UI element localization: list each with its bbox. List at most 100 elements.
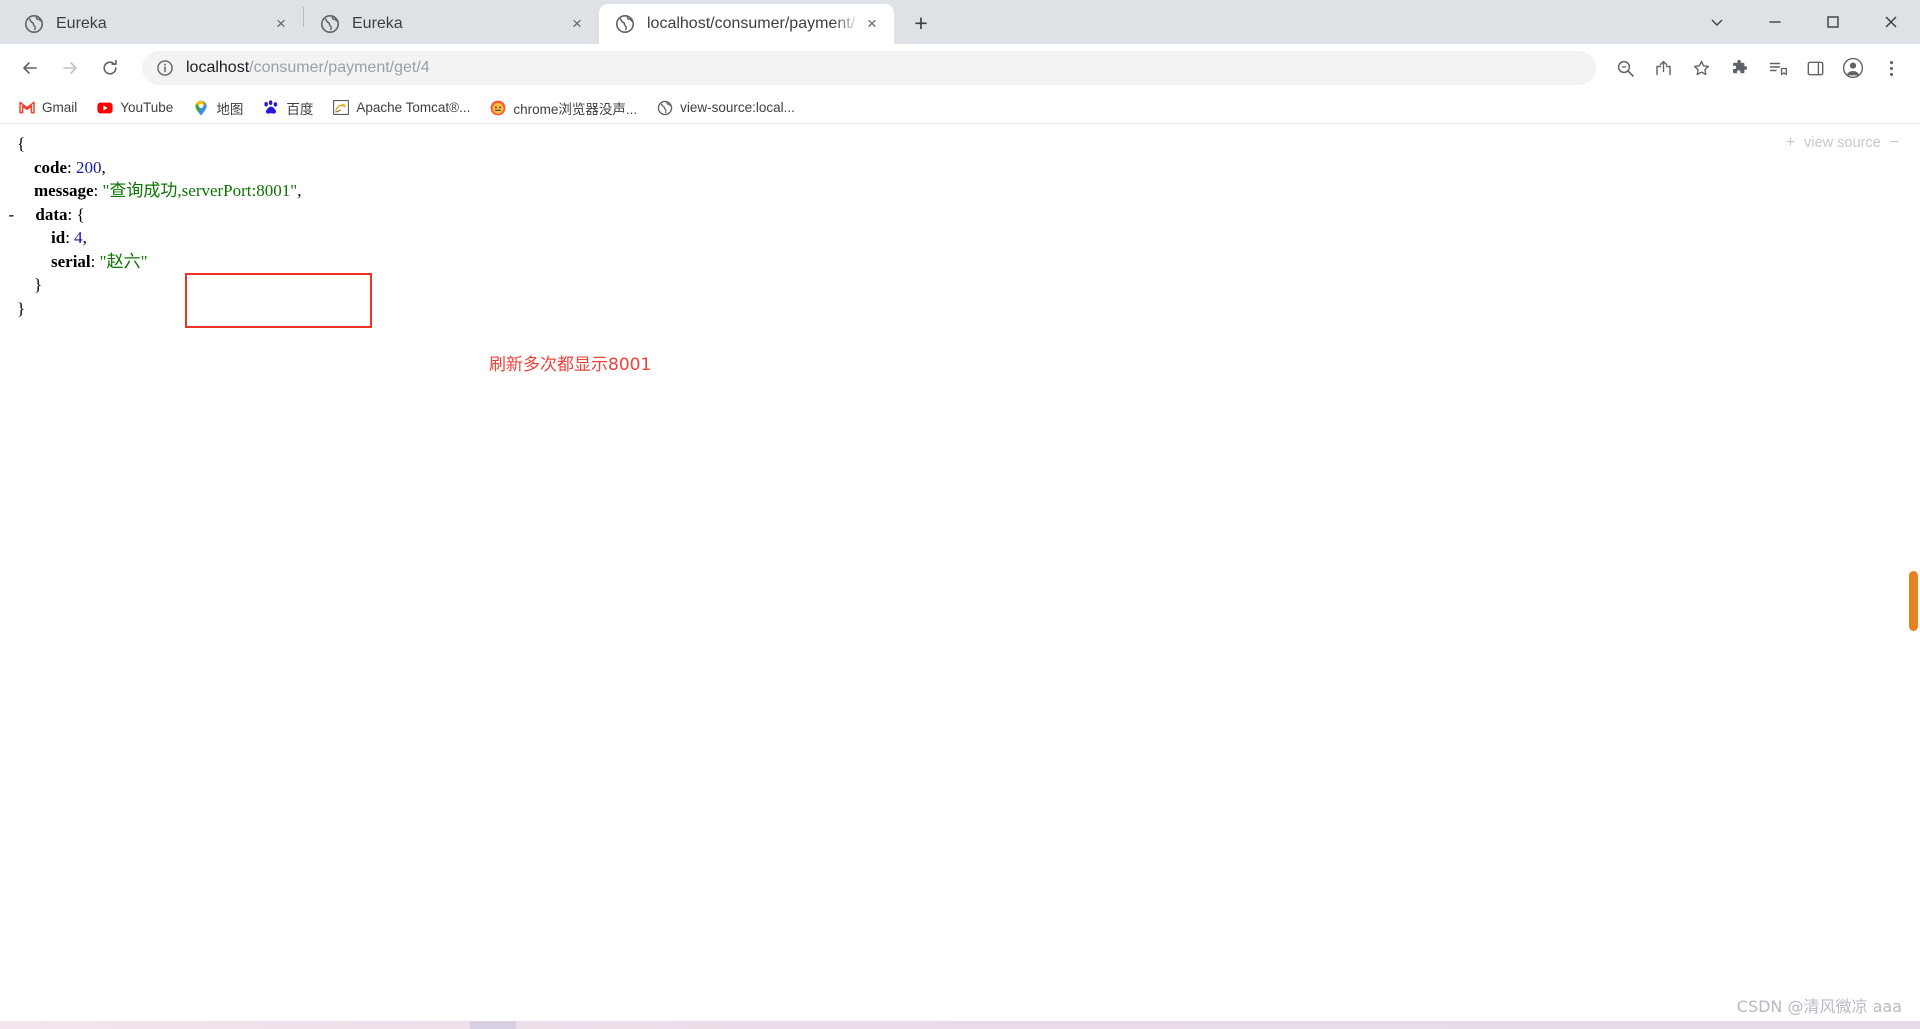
minimize-button[interactable] (1746, 0, 1804, 44)
browser-menu-button[interactable] (1874, 51, 1908, 85)
youtube-icon (97, 100, 113, 116)
json-key: data (35, 204, 68, 224)
json-value: { (76, 204, 85, 224)
bookmark-label: chrome浏览器没声... (513, 101, 638, 117)
json-separator: : (65, 228, 75, 247)
globe-icon (24, 14, 44, 34)
tomcat-icon (333, 100, 350, 116)
tab-title: Eureka (56, 15, 107, 32)
json-key: serial (51, 251, 91, 271)
json-key: message (34, 181, 94, 200)
json-line: serial: "赵六" (0, 250, 301, 274)
tab-title: Eureka (352, 15, 403, 32)
forward-button[interactable] (52, 50, 88, 86)
site-info-icon[interactable] (156, 59, 174, 77)
json-value: "查询成功,serverPort:8001" (102, 181, 298, 200)
browser-window: Eureka × Eureka × localhost/consumer/pay… (0, 0, 1920, 1029)
bookmark-baidu[interactable]: 百度 (254, 95, 322, 121)
json-line: { (0, 132, 301, 156)
bookmark-view-source[interactable]: view-source:local... (648, 95, 804, 121)
globe-icon (657, 100, 673, 116)
bookmark-label: YouTube (120, 100, 174, 115)
url-path: /consumer/payment/get/4 (249, 59, 430, 76)
zoom-icon[interactable] (1608, 51, 1642, 85)
reload-button[interactable] (92, 50, 128, 86)
json-tree: { code: 200, message: "查询成功,serverPort:8… (0, 132, 302, 321)
reading-list-icon[interactable] (1760, 51, 1794, 85)
bookmark-label: view-source:local... (680, 100, 795, 115)
json-value: } (17, 298, 26, 318)
browser-toolbar: localhost/consumer/payment/get/4 (0, 44, 1920, 92)
browser-tab-3-active[interactable]: localhost/consumer/payment/ × (599, 4, 894, 44)
expand-all-button[interactable]: + (1777, 134, 1804, 152)
window-controls (1688, 0, 1920, 44)
json-comma: , (82, 228, 87, 247)
back-button[interactable] (12, 50, 48, 86)
json-separator: : (90, 251, 100, 271)
json-line: id: 4, (0, 226, 301, 250)
gmail-icon (19, 100, 35, 116)
collapse-all-button[interactable]: − (1881, 134, 1908, 152)
json-value: 4 (74, 228, 83, 247)
address-bar-text: localhost/consumer/payment/get/4 (186, 59, 430, 77)
close-button[interactable] (1862, 0, 1920, 44)
page-scrollbar[interactable] (1906, 124, 1920, 1029)
tab-strip: Eureka × Eureka × localhost/consumer/pay… (0, 0, 1920, 44)
json-separator: : (67, 157, 77, 177)
baidu-icon (263, 99, 279, 116)
watermark: CSDN @清风微凉 aaa (1736, 997, 1902, 1016)
bookmark-gmail[interactable]: Gmail (10, 95, 86, 121)
taskbar-active-mark (470, 1021, 516, 1029)
bookmarks-bar: Gmail YouTube 地图 百度 Apache Tomcat®... ch… (0, 92, 1920, 124)
json-value: "赵六" (99, 251, 148, 271)
extensions-icon[interactable] (1722, 51, 1756, 85)
bookmark-tomcat[interactable]: Apache Tomcat®... (324, 95, 479, 121)
json-line: - data: { (0, 203, 301, 227)
csdn-icon (490, 100, 506, 116)
globe-icon (320, 14, 340, 34)
star-icon[interactable] (1684, 51, 1718, 85)
json-comma: , (297, 181, 302, 200)
browser-tab-1[interactable]: Eureka × (8, 4, 303, 44)
new-tab-button[interactable]: + (904, 6, 938, 40)
collapse-toggle[interactable]: - (0, 205, 35, 224)
bookmark-maps[interactable]: 地图 (184, 95, 252, 121)
side-panel-icon[interactable] (1798, 51, 1832, 85)
json-line: } (0, 297, 301, 321)
view-source-label[interactable]: view source (1804, 135, 1881, 151)
address-bar[interactable]: localhost/consumer/payment/get/4 (142, 51, 1596, 85)
maximize-button[interactable] (1804, 0, 1862, 44)
scrollbar-thumb[interactable] (1909, 571, 1918, 631)
json-value: } (34, 275, 43, 294)
json-value: { (17, 134, 26, 153)
bookmark-chrome-note[interactable]: chrome浏览器没声... (481, 95, 646, 121)
tab-close-button[interactable]: × (269, 12, 293, 36)
page-content: + view source − { code: 200, message: "查… (0, 124, 1920, 1029)
profile-icon[interactable] (1836, 51, 1870, 85)
share-icon[interactable] (1646, 51, 1680, 85)
toolbar-icons (1604, 51, 1908, 85)
json-line: message: "查询成功,serverPort:8001", (0, 179, 301, 203)
annotation-note: 刷新多次都显示8001 (489, 355, 652, 375)
json-value: 200 (76, 157, 102, 177)
bookmark-youtube[interactable]: YouTube (88, 95, 182, 121)
bookmark-label: 地图 (216, 101, 244, 117)
view-source-toggle[interactable]: + view source − (1777, 134, 1908, 152)
bookmark-label: Gmail (42, 100, 78, 115)
tab-close-button[interactable]: × (565, 12, 589, 36)
taskbar-strip (0, 1021, 1920, 1029)
bookmark-label: Apache Tomcat®... (356, 100, 471, 115)
json-comma: , (101, 157, 106, 177)
chevron-down-icon[interactable] (1688, 0, 1746, 44)
browser-tab-2[interactable]: Eureka × (304, 4, 599, 44)
json-line: code: 200, (0, 156, 301, 180)
maps-icon (193, 100, 209, 116)
tab-close-button[interactable]: × (860, 12, 884, 36)
tab-list: Eureka × Eureka × localhost/consumer/pay… (0, 0, 938, 44)
